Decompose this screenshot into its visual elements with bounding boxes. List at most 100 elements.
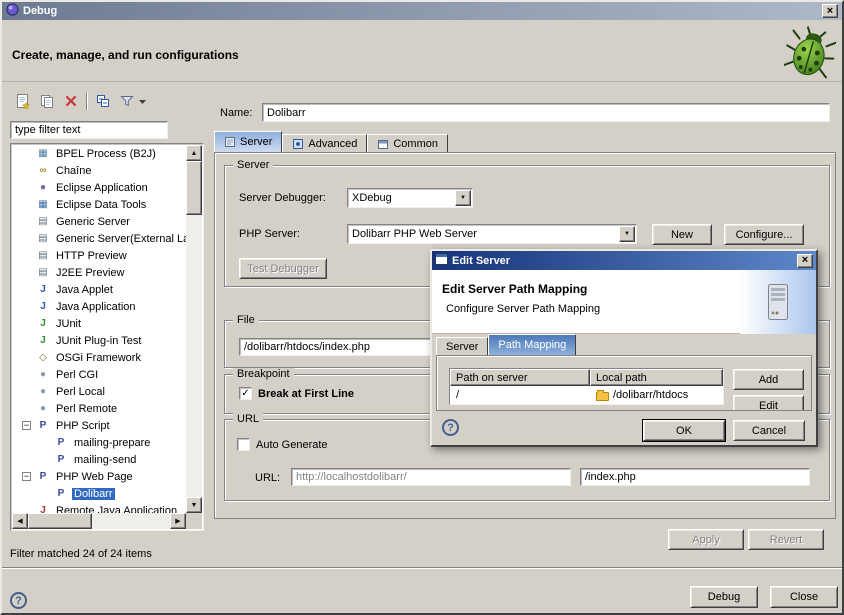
tree-item-label: Eclipse Data Tools (54, 199, 148, 211)
scroll-left-icon[interactable]: ◀ (12, 513, 28, 529)
url-group-title: URL (233, 413, 263, 425)
tree-horizontal-scrollbar[interactable]: ◀ ▶ (12, 513, 186, 529)
tree-item-label: Generic Server(External La (54, 233, 186, 245)
tree-item-perl-remote[interactable]: ●Perl Remote (12, 400, 186, 417)
name-input[interactable] (262, 103, 830, 122)
window-close-button[interactable]: × (822, 4, 838, 18)
perl-icon: ● (36, 386, 50, 397)
tree-item-junit[interactable]: JJUnit (12, 315, 186, 332)
toolbar-menu-button[interactable] (136, 90, 148, 112)
dialog-tab-path-mapping[interactable]: Path Mapping (488, 334, 576, 355)
path-mapping-panel: Path on server Local path //dolibarr/htd… (436, 355, 812, 411)
break-at-first-line-checkbox[interactable]: ✓ (239, 387, 252, 400)
php-script-icon: P (36, 420, 50, 431)
tree-item-http-preview[interactable]: ▤HTTP Preview (12, 247, 186, 264)
ok-button[interactable]: OK (643, 420, 725, 441)
filter-button[interactable] (116, 90, 138, 112)
tree-item-cha-ne[interactable]: ∞Chaîne (12, 162, 186, 179)
test-debugger-button[interactable]: Test Debugger (239, 258, 327, 279)
close-icon: × (802, 255, 808, 266)
server-tab-icon (224, 136, 236, 148)
server-debugger-combo[interactable]: XDebug ▼ (347, 188, 473, 208)
tree-item-junit-plug-in-test[interactable]: JJUnit Plug-in Test (12, 332, 186, 349)
tree-item-label: mailing-send (72, 454, 138, 466)
tab-advanced[interactable]: Advanced (282, 134, 367, 152)
dialog-close-button[interactable]: × (797, 254, 813, 268)
debug-button[interactable]: Debug (690, 586, 758, 608)
collapse-handle-icon[interactable]: − (22, 421, 31, 430)
tree-item-label: Chaîne (54, 165, 93, 177)
duplicate-icon (39, 93, 55, 109)
duplicate-button[interactable] (36, 90, 58, 112)
url-base-field[interactable]: http://localhostdolibarr/ (291, 468, 571, 486)
new-configuration-button[interactable] (12, 90, 34, 112)
tree-item-mailing-prepare[interactable]: Pmailing-prepare (12, 434, 186, 451)
tree-item-generic-server-external-la[interactable]: ▤ Generic Server(External La (12, 230, 186, 247)
url-file-field[interactable] (580, 468, 810, 486)
scroll-down-icon[interactable]: ▼ (186, 497, 202, 513)
revert-button[interactable]: Revert (748, 529, 824, 550)
tree-item-perl-cgi[interactable]: ●Perl CGI (12, 366, 186, 383)
chevron-down-icon[interactable]: ▼ (455, 190, 471, 206)
dialog-titlebar[interactable]: Edit Server × (432, 251, 816, 270)
auto-generate-checkbox[interactable] (237, 438, 250, 451)
mapping-row[interactable]: //dolibarr/htdocs (450, 386, 723, 404)
configurations-tree-box: ▦BPEL Process (B2J)∞Chaîne●Eclipse Appli… (10, 143, 204, 531)
collapse-handle-icon[interactable]: − (22, 472, 31, 481)
configure-button[interactable]: Configure... (724, 224, 804, 245)
tree-vertical-scrollbar[interactable]: ▲ ▼ (186, 145, 202, 513)
php-page-icon: P (54, 488, 68, 499)
tab-common[interactable]: Common (367, 134, 448, 152)
tree-item-j2ee-preview[interactable]: ▤J2EE Preview (12, 264, 186, 281)
filter-input[interactable] (10, 121, 168, 139)
php-server-combo[interactable]: Dolibarr PHP Web Server ▼ (347, 224, 637, 244)
scroll-up-icon[interactable]: ▲ (186, 145, 202, 161)
tree-item-eclipse-data-tools[interactable]: ▦Eclipse Data Tools (12, 196, 186, 213)
dialog-heading: Edit Server Path Mapping (442, 282, 587, 296)
tree-item-generic-server[interactable]: ▤Generic Server (12, 213, 186, 230)
php-server-value: Dolibarr PHP Web Server (352, 228, 477, 240)
tree-item-osgi-framework[interactable]: ◇ OSGi Framework (12, 349, 186, 366)
dialog-help-icon[interactable]: ? (442, 419, 459, 436)
server-icon: ▤ (36, 233, 50, 244)
cancel-button[interactable]: Cancel (733, 420, 805, 441)
perl-icon: ● (36, 369, 50, 380)
server-icon: ▤ (36, 267, 50, 278)
tree-item-bpel-process-b2j[interactable]: ▦BPEL Process (B2J) (12, 145, 186, 162)
edit-button[interactable]: Edit (733, 395, 804, 411)
php-server-label: PHP Server: (239, 228, 300, 240)
tree-item-label: OSGi Framework (54, 352, 143, 364)
chevron-down-icon[interactable]: ▼ (619, 226, 635, 242)
tree-item-eclipse-application[interactable]: ●Eclipse Application (12, 179, 186, 196)
tree-item-java-applet[interactable]: JJava Applet (12, 281, 186, 298)
tree-item-php-script[interactable]: −PPHP Script (12, 417, 186, 434)
scroll-right-icon[interactable]: ▶ (170, 513, 186, 529)
perl-icon: ● (36, 403, 50, 414)
dialog-tab-server[interactable]: Server (436, 337, 488, 355)
apply-button[interactable]: Apply (668, 529, 744, 550)
tree-item-dolibarr[interactable]: PDolibarr (12, 485, 186, 502)
close-button[interactable]: Close (770, 586, 838, 608)
osgi-icon: ◇ (36, 352, 50, 363)
tree-item-java-application[interactable]: JJava Application (12, 298, 186, 315)
tree-item-php-web-page[interactable]: −PPHP Web Page (12, 468, 186, 485)
tab-label: Common (393, 138, 438, 150)
horizontal-scroll-thumb[interactable] (28, 513, 92, 529)
tree-item-label: Java Application (54, 301, 138, 313)
tree-item-perl-local[interactable]: ●Perl Local (12, 383, 186, 400)
close-icon: × (827, 6, 833, 17)
local-path-column-header[interactable]: Local path (590, 369, 723, 386)
tree-item-mailing-send[interactable]: Pmailing-send (12, 451, 186, 468)
tree-item-remote-java-application[interactable]: JRemote Java Application (12, 502, 186, 513)
path-on-server-column-header[interactable]: Path on server (450, 369, 590, 386)
tree-item-label: BPEL Process (B2J) (54, 148, 158, 160)
collapse-all-button[interactable] (92, 90, 114, 112)
config-tree[interactable]: ▦BPEL Process (B2J)∞Chaîne●Eclipse Appli… (12, 145, 186, 513)
help-icon[interactable]: ? (10, 592, 27, 609)
add-button[interactable]: Add (733, 369, 804, 390)
tab-server[interactable]: Server (214, 131, 282, 152)
window-titlebar[interactable]: Debug × (2, 2, 842, 20)
vertical-scroll-thumb[interactable] (186, 161, 202, 215)
new-button[interactable]: New (652, 224, 712, 245)
delete-button[interactable] (60, 90, 82, 112)
